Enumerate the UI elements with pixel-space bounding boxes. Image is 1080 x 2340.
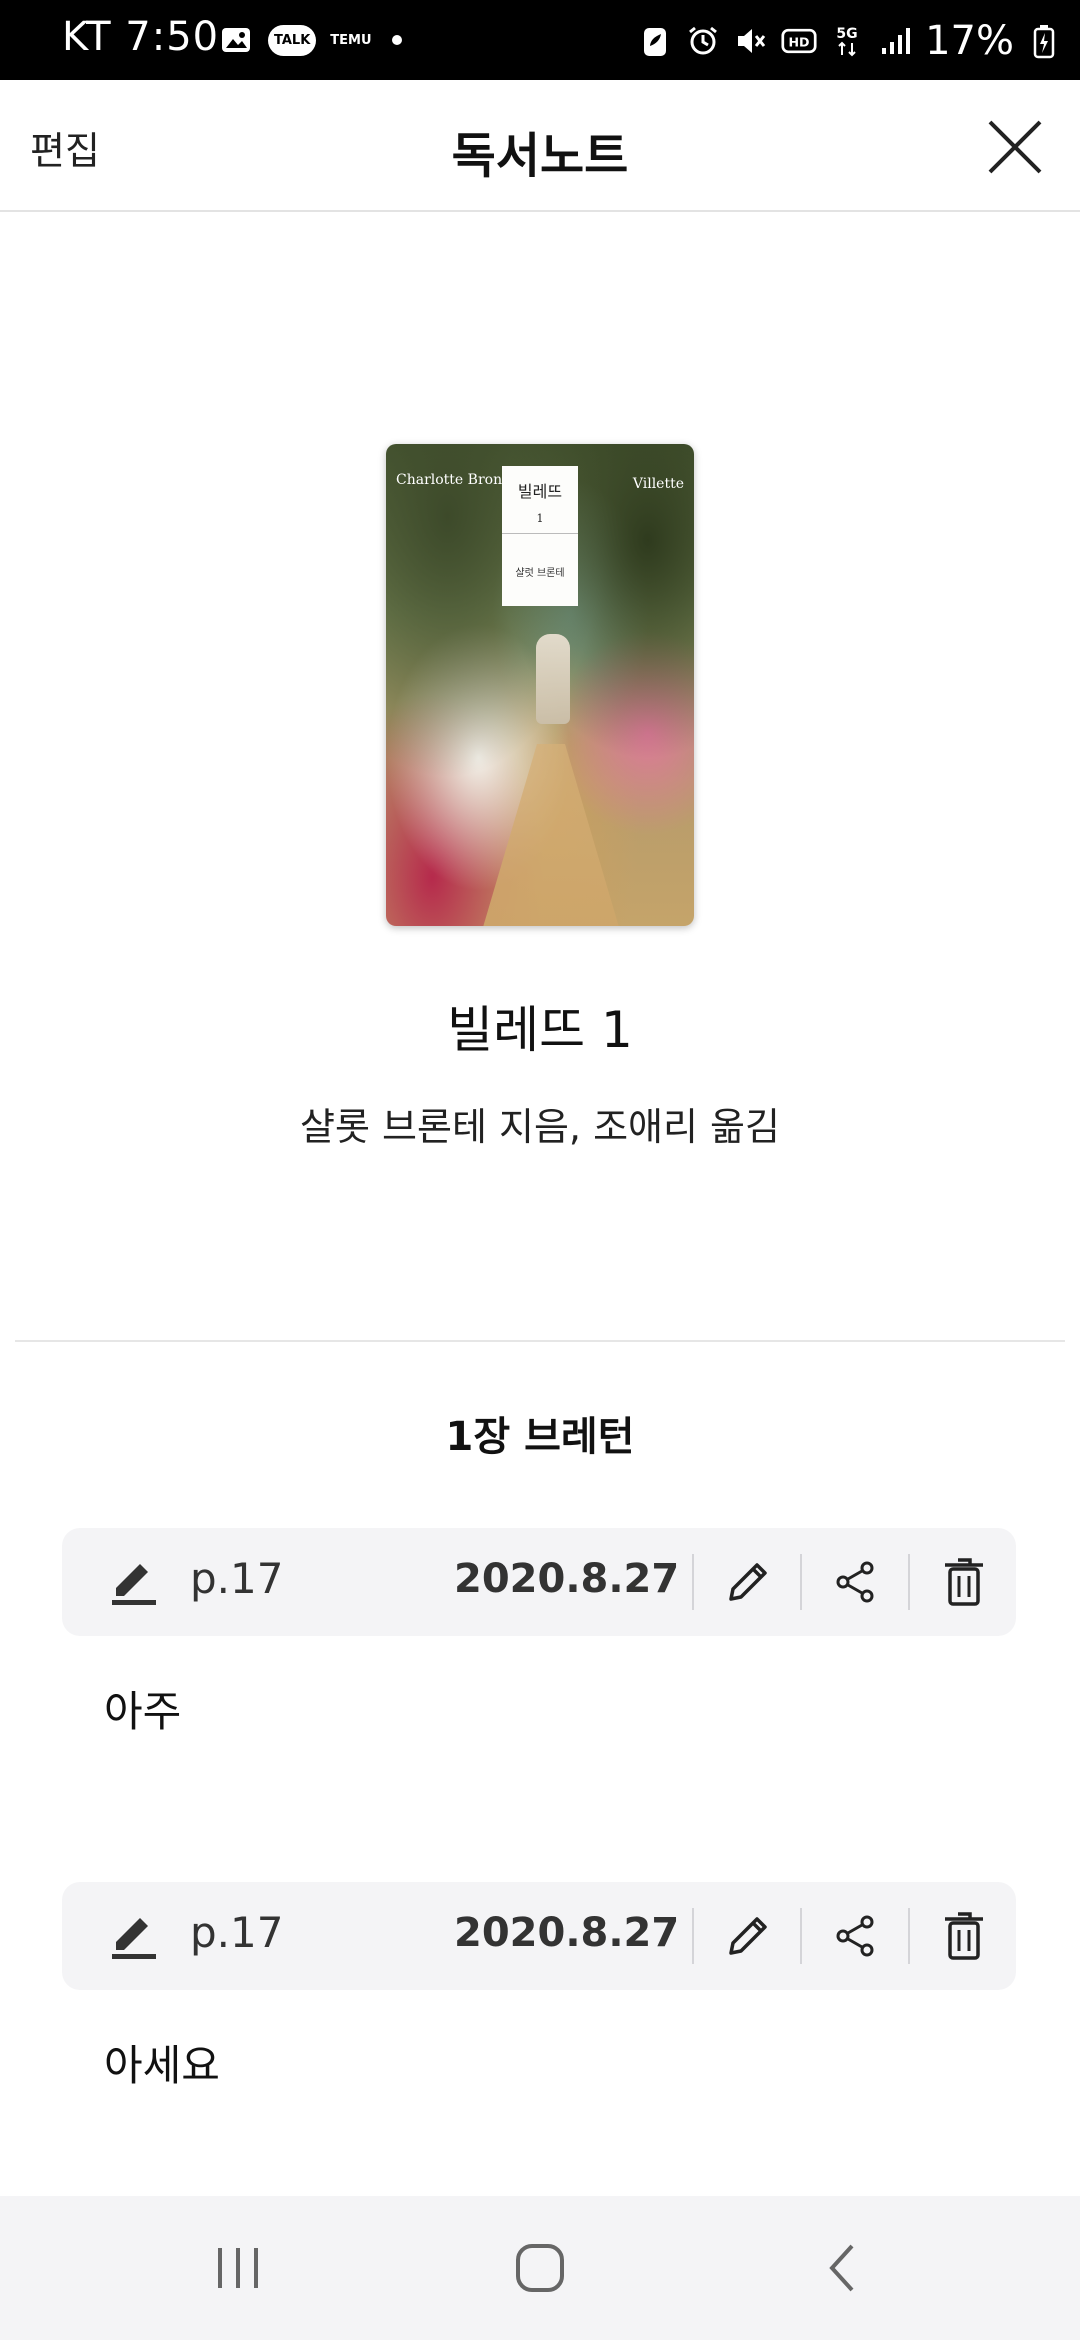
separator bbox=[800, 1554, 802, 1610]
note-text: 아주 bbox=[104, 1687, 182, 1736]
share-note-button[interactable] bbox=[826, 1552, 886, 1612]
cover-painting-path bbox=[481, 744, 621, 926]
edit-note-button[interactable] bbox=[718, 1906, 778, 1966]
app-header: 편집 독서노트 bbox=[0, 80, 1080, 212]
share-icon bbox=[836, 1915, 874, 1957]
cover-title-ko: 빌레뜨 bbox=[517, 482, 563, 501]
highlight-pen-icon bbox=[108, 1556, 160, 1608]
edit-note-button[interactable] bbox=[718, 1552, 778, 1612]
highlight-pen-icon bbox=[108, 1910, 160, 1962]
more-notifications-dot bbox=[391, 35, 402, 45]
home-icon bbox=[516, 2244, 564, 2292]
mute-icon bbox=[733, 23, 769, 59]
chapter-title: 1장 브레턴 bbox=[445, 1414, 635, 1460]
back-button[interactable] bbox=[812, 2236, 876, 2300]
home-button[interactable] bbox=[508, 2236, 572, 2300]
alarm-icon bbox=[685, 23, 721, 59]
separator bbox=[800, 1908, 802, 1964]
page-title: 독서노트 bbox=[451, 128, 629, 184]
book-author-line: 샬롯 브론테 지음, 조애리 옮김 bbox=[300, 1105, 780, 1149]
recent-apps-icon bbox=[218, 2248, 258, 2288]
note-page: p.17 bbox=[190, 1554, 284, 1603]
trash-icon bbox=[945, 1558, 983, 1606]
pencil-icon bbox=[729, 1917, 767, 1955]
separator bbox=[908, 1908, 910, 1964]
battery-saver-icon bbox=[637, 23, 673, 59]
close-icon bbox=[988, 120, 1042, 174]
battery-charging-icon bbox=[1026, 23, 1062, 59]
recent-apps-button[interactable] bbox=[206, 2236, 270, 2300]
section-divider bbox=[15, 1340, 1065, 1342]
temu-icon: TEMU bbox=[330, 32, 372, 48]
battery-percent: 17% bbox=[925, 18, 1014, 64]
cover-volume: 1 bbox=[502, 512, 578, 534]
trash-icon bbox=[945, 1912, 983, 1960]
cover-title-panel: 빌레뜨 1 샬럿 브론테 bbox=[502, 466, 578, 606]
note-header-bar: p.17 2020.8.27 bbox=[62, 1882, 1016, 1990]
note-text: 아세요 bbox=[104, 2041, 220, 2090]
back-icon bbox=[829, 2244, 854, 2292]
separator bbox=[692, 1908, 694, 1964]
system-navigation-bar bbox=[0, 2196, 1080, 2340]
close-button[interactable] bbox=[984, 116, 1046, 178]
status-bar: KT 7:50 TALK TEMU HD 5G 17% bbox=[0, 0, 1080, 80]
share-icon bbox=[836, 1561, 874, 1603]
note-page: p.17 bbox=[190, 1908, 284, 1957]
pencil-icon bbox=[729, 1563, 767, 1601]
delete-note-button[interactable] bbox=[934, 1906, 994, 1966]
gallery-icon bbox=[218, 22, 254, 58]
note-date: 2020.8.27 bbox=[454, 1910, 680, 1956]
system-icons: HD 5G 17% bbox=[637, 18, 1062, 64]
5g-icon: 5G bbox=[829, 23, 865, 59]
svg-text:5G: 5G bbox=[836, 26, 857, 42]
note-header-bar: p.17 2020.8.27 bbox=[62, 1528, 1016, 1636]
cover-author-en: Charlotte Brontë bbox=[396, 472, 516, 488]
separator bbox=[908, 1554, 910, 1610]
delete-note-button[interactable] bbox=[934, 1552, 994, 1612]
book-title: 빌레뜨 1 bbox=[447, 1001, 633, 1059]
share-note-button[interactable] bbox=[826, 1906, 886, 1966]
hd-voice-icon: HD bbox=[781, 23, 817, 59]
svg-text:HD: HD bbox=[789, 34, 810, 49]
signal-icon bbox=[877, 23, 913, 59]
cover-title-en: Villette bbox=[632, 476, 684, 492]
cover-painting-figure bbox=[536, 634, 570, 724]
book-cover: Charlotte Brontë Villette 빌레뜨 1 샬럿 브론테 bbox=[386, 444, 694, 926]
cover-author-ko: 샬럿 브론테 bbox=[515, 568, 565, 579]
kakaotalk-icon: TALK bbox=[268, 24, 317, 56]
status-time: KT 7:50 bbox=[62, 14, 220, 60]
notification-icons: TALK TEMU bbox=[218, 22, 402, 58]
note-date: 2020.8.27 bbox=[454, 1556, 680, 1602]
separator bbox=[692, 1554, 694, 1610]
